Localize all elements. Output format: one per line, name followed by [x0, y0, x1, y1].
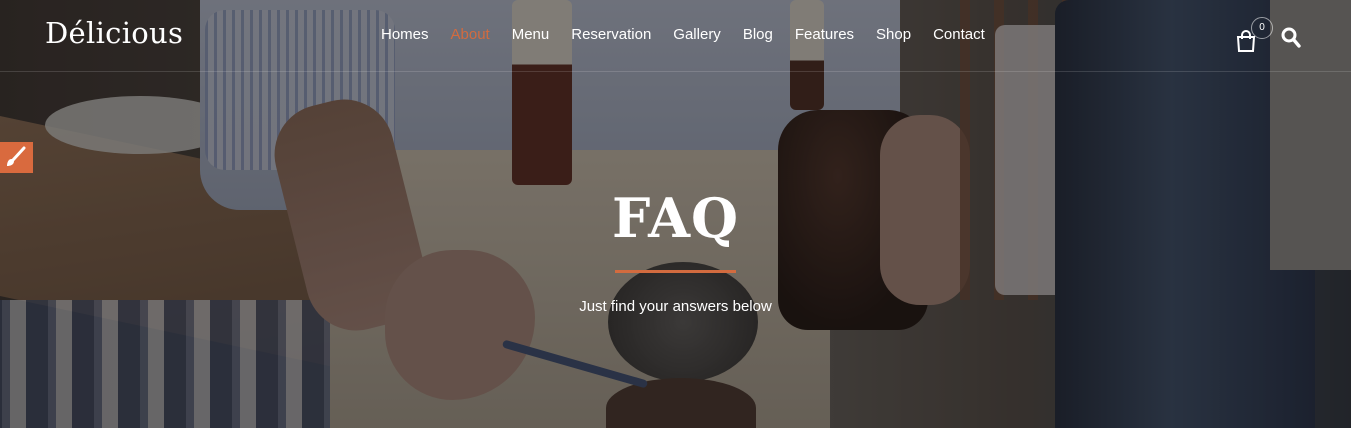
page-subtitle: Just find your answers below [579, 298, 772, 315]
site-header: Délicious Homes About Menu Reservation G… [0, 0, 1351, 72]
site-logo[interactable]: Délicious [45, 16, 183, 50]
nav-item-homes[interactable]: Homes [370, 26, 440, 43]
search-icon[interactable] [1281, 27, 1301, 49]
paint-brush-icon [0, 146, 33, 177]
nav-item-reservation[interactable]: Reservation [560, 26, 662, 43]
nav-item-menu[interactable]: Menu [501, 26, 561, 43]
cart-count-badge: 0 [1251, 17, 1273, 39]
title-divider [615, 270, 736, 273]
nav-item-blog[interactable]: Blog [732, 26, 784, 43]
nav-item-about[interactable]: About [440, 26, 501, 43]
nav-item-contact[interactable]: Contact [922, 26, 996, 43]
style-switcher-button[interactable] [0, 142, 33, 173]
main-nav: Homes About Menu Reservation Gallery Blo… [370, 26, 996, 43]
nav-item-shop[interactable]: Shop [865, 26, 922, 43]
nav-item-gallery[interactable]: Gallery [662, 26, 732, 43]
page-title: FAQ [611, 186, 740, 250]
nav-item-features[interactable]: Features [784, 26, 865, 43]
